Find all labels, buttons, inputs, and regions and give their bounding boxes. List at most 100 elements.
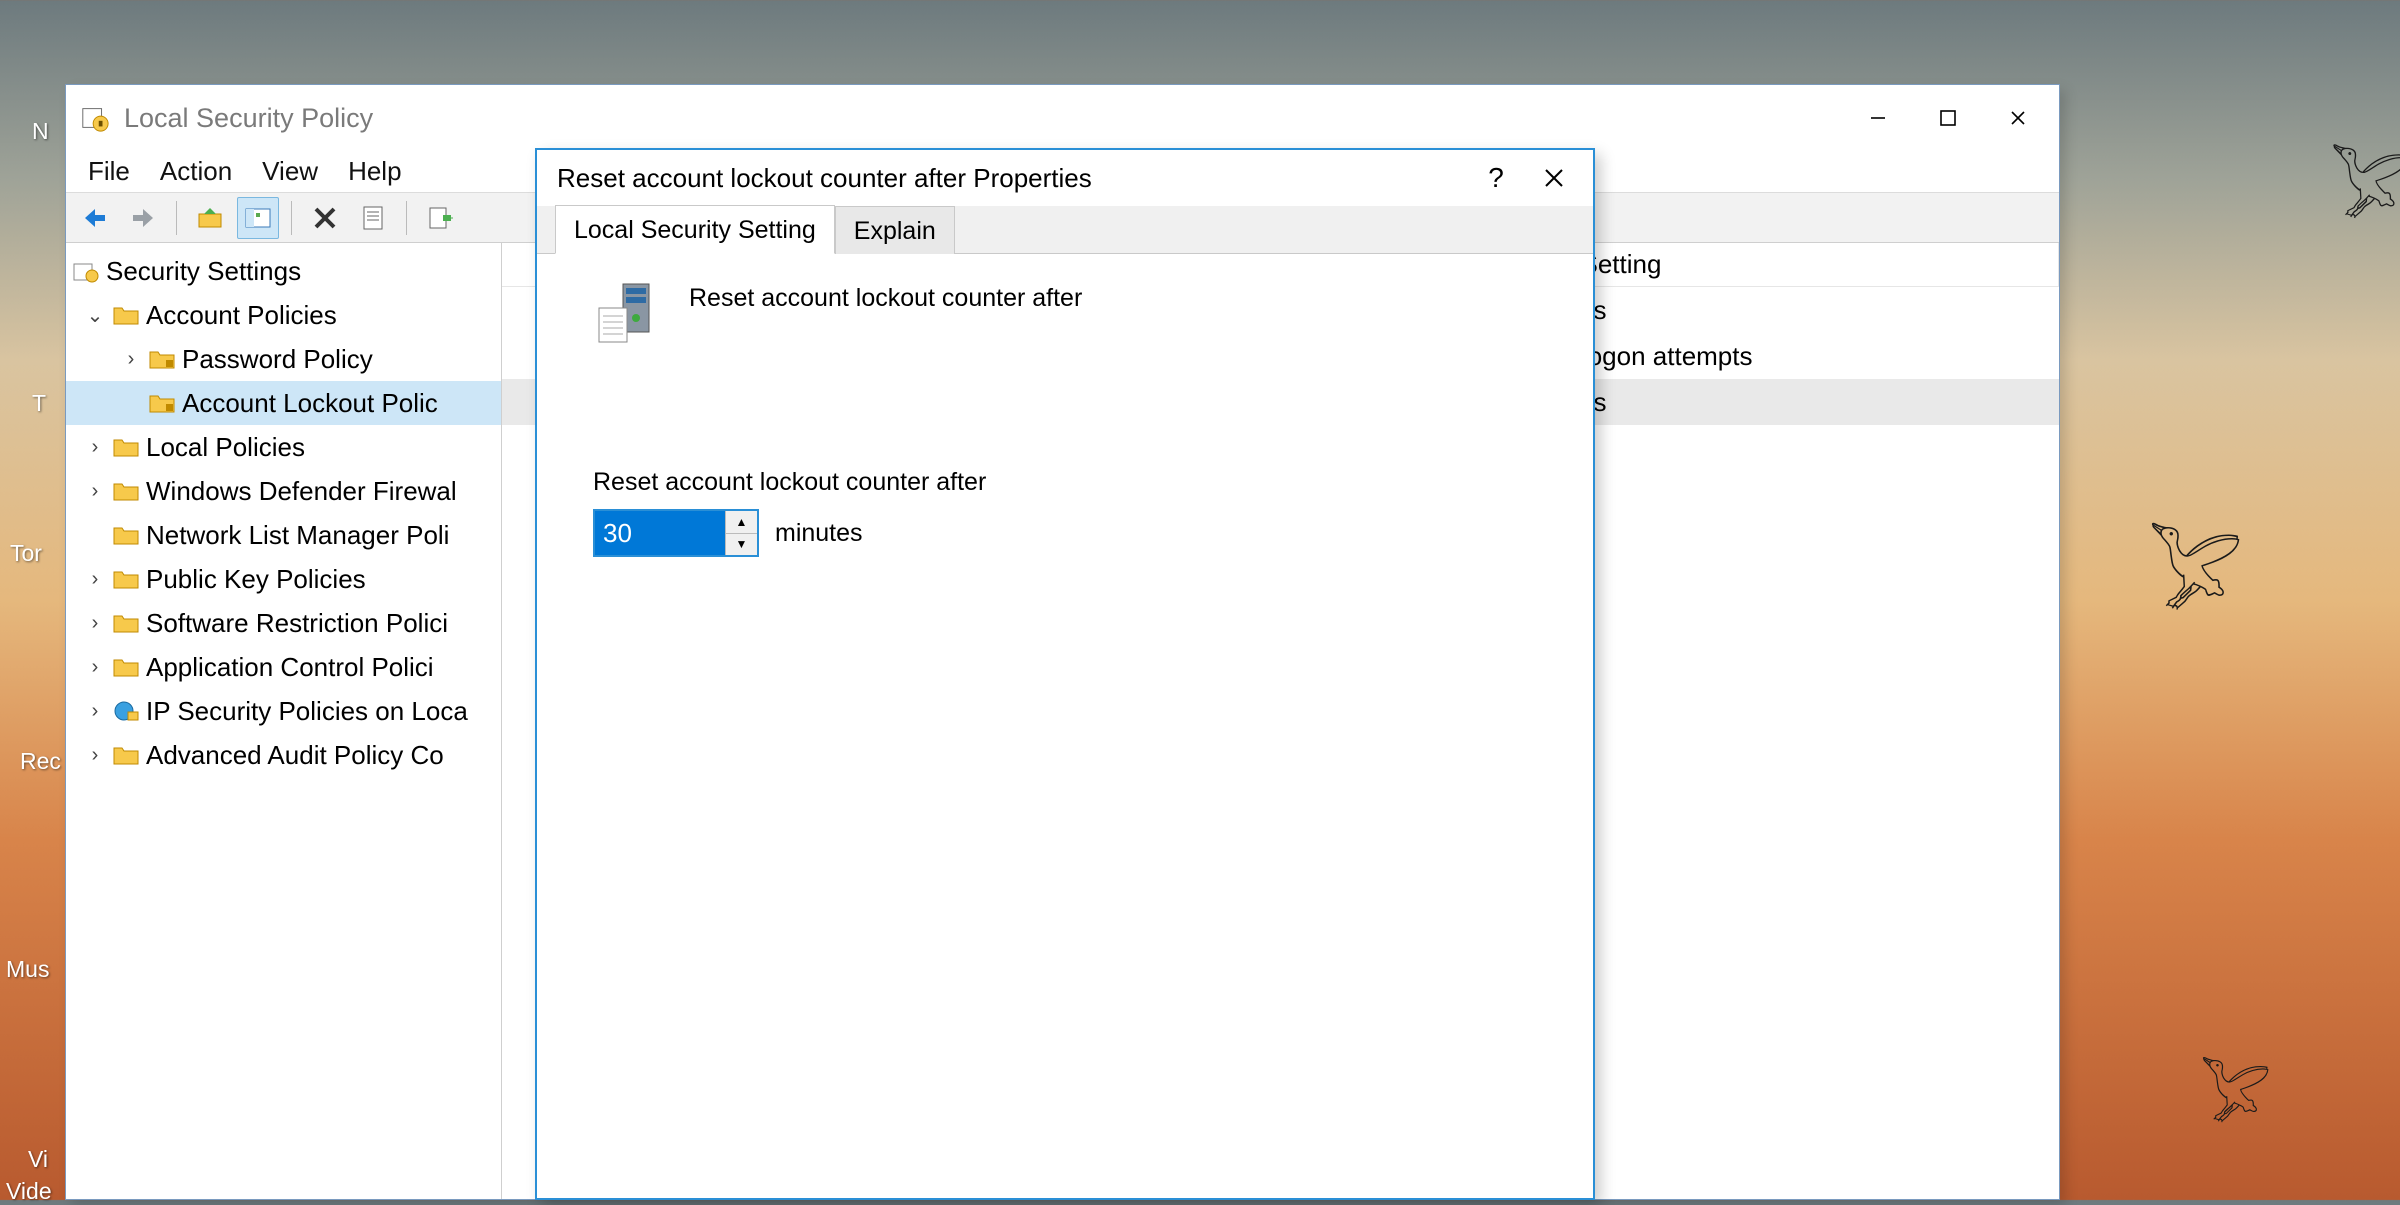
- tree-label: Application Control Polici: [146, 652, 434, 683]
- desktop-label: Vide: [6, 1178, 52, 1205]
- tree-root[interactable]: Security Settings: [66, 249, 501, 293]
- dialog-body: Reset account lockout counter after Rese…: [537, 254, 1593, 1198]
- toolbar-show-hide-tree-button[interactable]: [237, 197, 279, 239]
- folder-lock-icon: [148, 348, 176, 370]
- tree-label: IP Security Policies on Loca: [146, 696, 468, 727]
- help-button[interactable]: ?: [1467, 156, 1525, 200]
- properties-sheet-icon: [360, 205, 386, 231]
- tree-label: Public Key Policies: [146, 564, 366, 595]
- shield-settings-icon: [72, 260, 100, 282]
- desktop-label: Vi: [28, 1146, 48, 1173]
- menu-file[interactable]: File: [88, 156, 130, 187]
- folder-lock-icon: [148, 392, 176, 414]
- desktop-label: Rec: [20, 748, 61, 775]
- chevron-right-icon[interactable]: ›: [84, 656, 106, 679]
- spinner-down-button[interactable]: ▼: [726, 534, 757, 556]
- window-title: Local Security Policy: [124, 103, 1843, 134]
- chevron-up-icon: ▲: [736, 515, 748, 529]
- chevron-down-icon: ▼: [736, 537, 748, 551]
- desktop-label: Tor: [10, 540, 42, 567]
- tree-item-windows-defender-firewall[interactable]: › Windows Defender Firewal: [66, 469, 501, 513]
- close-button[interactable]: [1983, 92, 2053, 144]
- tree-panel-icon: [244, 206, 272, 230]
- tree-label: Local Policies: [146, 432, 305, 463]
- close-button[interactable]: [1525, 156, 1583, 200]
- tree-label: Security Settings: [106, 256, 301, 287]
- bird-silhouette-icon: 𓅯: [2330, 125, 2400, 237]
- unit-label: minutes: [775, 519, 863, 548]
- tree-item-password-policy[interactable]: › Password Policy: [66, 337, 501, 381]
- chevron-right-icon[interactable]: ›: [84, 612, 106, 635]
- policy-name: Reset account lockout counter after: [689, 278, 1082, 313]
- chevron-right-icon[interactable]: ›: [120, 348, 142, 371]
- toolbar-forward-button[interactable]: [122, 197, 164, 239]
- properties-dialog: Reset account lockout counter after Prop…: [535, 148, 1595, 1200]
- help-icon: ?: [1488, 162, 1504, 194]
- minutes-input[interactable]: [595, 511, 725, 555]
- field-label: Reset account lockout counter after: [593, 468, 1537, 497]
- tree-item-public-key-policies[interactable]: › Public Key Policies: [66, 557, 501, 601]
- tree-item-local-policies[interactable]: › Local Policies: [66, 425, 501, 469]
- tab-explain[interactable]: Explain: [835, 206, 955, 254]
- toolbar-export-button[interactable]: [419, 197, 461, 239]
- arrow-right-icon: [129, 206, 157, 230]
- folder-icon: [112, 568, 140, 590]
- chevron-right-icon[interactable]: ›: [84, 480, 106, 503]
- tree-item-ip-security[interactable]: › IP Security Policies on Loca: [66, 689, 501, 733]
- menu-view[interactable]: View: [262, 156, 318, 187]
- folder-icon: [112, 744, 140, 766]
- toolbar-separator: [406, 201, 407, 235]
- chevron-right-icon[interactable]: ›: [84, 700, 106, 723]
- minutes-spinner[interactable]: ▲ ▼: [593, 509, 759, 557]
- tree-item-account-lockout-policy[interactable]: Account Lockout Polic: [66, 381, 501, 425]
- menu-help[interactable]: Help: [348, 156, 401, 187]
- chevron-right-icon[interactable]: ›: [84, 744, 106, 767]
- chevron-right-icon[interactable]: ›: [84, 436, 106, 459]
- tree-label: Advanced Audit Policy Co: [146, 740, 444, 771]
- spinner-up-button[interactable]: ▲: [726, 511, 757, 534]
- desktop-label: T: [32, 390, 46, 417]
- toolbar-delete-button[interactable]: [304, 197, 346, 239]
- desktop-label: Mus: [6, 956, 49, 983]
- folder-icon: [112, 612, 140, 634]
- folder-icon: [112, 304, 140, 326]
- tree-item-software-restriction[interactable]: › Software Restriction Polici: [66, 601, 501, 645]
- toolbar-back-button[interactable]: [74, 197, 116, 239]
- tabstrip: Local Security Setting Explain: [537, 206, 1593, 254]
- dialog-title: Reset account lockout counter after Prop…: [557, 163, 1467, 194]
- menu-action[interactable]: Action: [160, 156, 232, 187]
- folder-icon: [112, 480, 140, 502]
- tree-item-network-list-manager[interactable]: Network List Manager Poli: [66, 513, 501, 557]
- folder-icon: [112, 656, 140, 678]
- maximize-button[interactable]: [1913, 92, 1983, 144]
- tab-local-security-setting[interactable]: Local Security Setting: [555, 205, 835, 254]
- folder-icon: [112, 524, 140, 546]
- toolbar-up-button[interactable]: [189, 197, 231, 239]
- tree-item-application-control[interactable]: › Application Control Polici: [66, 645, 501, 689]
- tree-label: Network List Manager Poli: [146, 520, 449, 551]
- globe-policy-icon: [112, 700, 140, 722]
- tree-label: Windows Defender Firewal: [146, 476, 457, 507]
- folder-icon: [112, 436, 140, 458]
- bird-silhouette-icon: 𓅯: [2200, 1040, 2271, 1139]
- dialog-titlebar: Reset account lockout counter after Prop…: [537, 150, 1593, 206]
- delete-x-icon: [312, 205, 338, 231]
- toolbar-properties-button[interactable]: [352, 197, 394, 239]
- toolbar-separator: [176, 201, 177, 235]
- close-icon: [1543, 167, 1565, 189]
- chevron-down-icon[interactable]: ⌄: [84, 303, 106, 328]
- toolbar-separator: [291, 201, 292, 235]
- folder-up-icon: [196, 206, 224, 230]
- minimize-button[interactable]: [1843, 92, 1913, 144]
- tree-label: Password Policy: [182, 344, 373, 375]
- titlebar: Local Security Policy: [66, 85, 2059, 151]
- tree-label: Account Lockout Polic: [182, 388, 438, 419]
- bird-silhouette-icon: 𓅯: [2148, 500, 2243, 632]
- chevron-right-icon[interactable]: ›: [84, 568, 106, 591]
- tree-item-account-policies[interactable]: ⌄ Account Policies: [66, 293, 501, 337]
- tree-label: Software Restriction Polici: [146, 608, 448, 639]
- tree-item-advanced-audit[interactable]: › Advanced Audit Policy Co: [66, 733, 501, 777]
- desktop-label: N: [32, 118, 49, 145]
- tree-label: Account Policies: [146, 300, 337, 331]
- server-policy-icon: [593, 278, 663, 348]
